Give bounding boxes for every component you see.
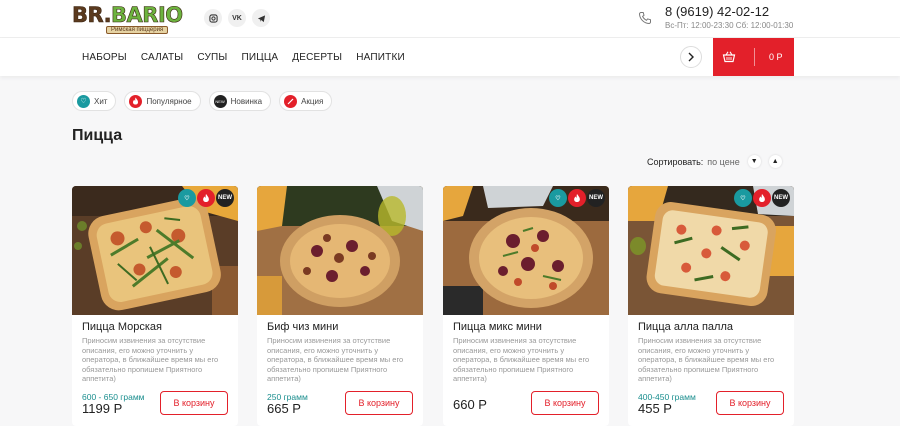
nav-item-drinks[interactable]: НАПИТКИ xyxy=(356,52,405,63)
sort-label: Сортировать: xyxy=(647,156,704,167)
logo-subtitle: Римская пиццерия xyxy=(106,26,169,34)
product-name[interactable]: Пицца микс мини xyxy=(453,321,542,333)
product-card[interactable]: ♡ NEW Пицца алла палла Приносим извинени… xyxy=(628,186,794,426)
filter-label: Новинка xyxy=(230,96,263,106)
product-description: Приносим извинения за отсутствие описани… xyxy=(82,336,219,383)
filter-popular[interactable]: Популярное xyxy=(124,91,201,111)
sort-asc-button[interactable]: ▲ xyxy=(768,155,782,168)
flame-icon xyxy=(753,189,771,207)
nav-items: НАБОРЫ САЛАТЫ СУПЫ ПИЦЦА ДЕСЕРТЫ НАПИТКИ xyxy=(82,52,419,63)
logo-text: BR.BARIO xyxy=(72,3,184,28)
filter-new[interactable]: NEW Новинка xyxy=(208,91,272,111)
social-links: VK xyxy=(204,9,270,27)
nav-item-sets[interactable]: НАБОРЫ xyxy=(82,52,127,63)
percent-icon xyxy=(284,94,298,108)
product-price: 1199 Р xyxy=(82,401,123,416)
product-image[interactable]: ♡ NEW xyxy=(443,186,609,315)
sort-value[interactable]: по цене xyxy=(707,157,739,167)
nav-item-pizza[interactable]: ПИЦЦА xyxy=(241,52,278,63)
filter-label: Акция xyxy=(301,96,324,106)
category-nav: НАБОРЫ САЛАТЫ СУПЫ ПИЦЦА ДЕСЕРТЫ НАПИТКИ… xyxy=(0,38,900,76)
product-name[interactable]: Пицца Морская xyxy=(82,321,162,333)
instagram-icon[interactable] xyxy=(204,9,222,27)
product-description: Приносим извинения за отсутствие описани… xyxy=(267,336,404,383)
filter-label: Хит xyxy=(94,96,108,106)
heart-icon: ♡ xyxy=(549,189,567,207)
cart-sum: 0 Р xyxy=(769,52,783,62)
nav-item-desserts[interactable]: ДЕСЕРТЫ xyxy=(292,52,342,63)
nav-next-button[interactable] xyxy=(680,46,702,68)
product-badges: ♡ NEW xyxy=(178,189,234,207)
cart-separator xyxy=(754,48,755,66)
product-name[interactable]: Биф чиз мини xyxy=(267,321,338,333)
product-description: Приносим извинения за отсутствие описани… xyxy=(638,336,775,383)
new-badge-icon: NEW xyxy=(587,189,605,207)
heart-icon: ♡ xyxy=(178,189,196,207)
phone-icon xyxy=(638,12,651,25)
product-price: 455 Р xyxy=(638,401,672,416)
nav-item-salads[interactable]: САЛАТЫ xyxy=(141,52,184,63)
new-badge-icon: NEW xyxy=(216,189,234,207)
filter-hit[interactable]: ♡ Хит xyxy=(72,91,117,111)
product-image[interactable]: ♡ NEW xyxy=(628,186,794,315)
product-price: 665 Р xyxy=(267,401,301,416)
product-badges: ♡ NEW xyxy=(734,189,790,207)
basket-icon xyxy=(722,51,736,63)
nav-item-soups[interactable]: СУПЫ xyxy=(197,52,227,63)
add-to-cart-button[interactable]: В корзину xyxy=(716,391,784,415)
site-header: BR.BARIO Римская пиццерия VK 8 (9619) 42… xyxy=(0,0,900,38)
flame-icon xyxy=(129,94,143,108)
phone-number[interactable]: 8 (9619) 42-02-12 xyxy=(665,4,769,19)
product-badges: ♡ NEW xyxy=(549,189,605,207)
new-icon: NEW xyxy=(213,94,227,108)
filter-sale[interactable]: Акция xyxy=(279,91,333,111)
product-name[interactable]: Пицца алла палла xyxy=(638,321,733,333)
chevron-right-icon xyxy=(688,52,694,62)
product-image[interactable] xyxy=(257,186,423,315)
sort-control: Сортировать: по цене ▼ ▲ xyxy=(647,155,782,168)
product-price: 660 Р xyxy=(453,397,487,412)
product-card[interactable]: ♡ NEW Пицца микс мини Приносим извинения… xyxy=(443,186,609,426)
product-description: Приносим извинения за отсутствие описани… xyxy=(453,336,590,383)
add-to-cart-button[interactable]: В корзину xyxy=(531,391,599,415)
product-card[interactable]: Биф чиз мини Приносим извинения за отсут… xyxy=(257,186,423,426)
product-image[interactable]: ♡ NEW xyxy=(72,186,238,315)
cart-button[interactable]: 0 Р xyxy=(713,38,794,76)
working-hours: Вс-Пт: 12:00-23:30 Сб: 12:00-01:30 xyxy=(665,21,794,30)
filter-chips: ♡ Хит Популярное NEW Новинка Акция xyxy=(72,91,333,111)
page-title: Пицца xyxy=(72,127,123,144)
flame-icon xyxy=(568,189,586,207)
logo[interactable]: BR.BARIO Римская пиццерия xyxy=(72,3,184,36)
heart-icon: ♡ xyxy=(734,189,752,207)
add-to-cart-button[interactable]: В корзину xyxy=(160,391,228,415)
sort-desc-button[interactable]: ▼ xyxy=(747,155,761,168)
new-badge-icon: NEW xyxy=(772,189,790,207)
heart-icon: ♡ xyxy=(77,94,90,108)
add-to-cart-button[interactable]: В корзину xyxy=(345,391,413,415)
filter-label: Популярное xyxy=(146,96,192,106)
product-card[interactable]: ♡ NEW Пицца Морская Приносим извинения з… xyxy=(72,186,238,426)
flame-icon xyxy=(197,189,215,207)
telegram-icon[interactable] xyxy=(252,9,270,27)
vk-icon[interactable]: VK xyxy=(228,9,246,27)
